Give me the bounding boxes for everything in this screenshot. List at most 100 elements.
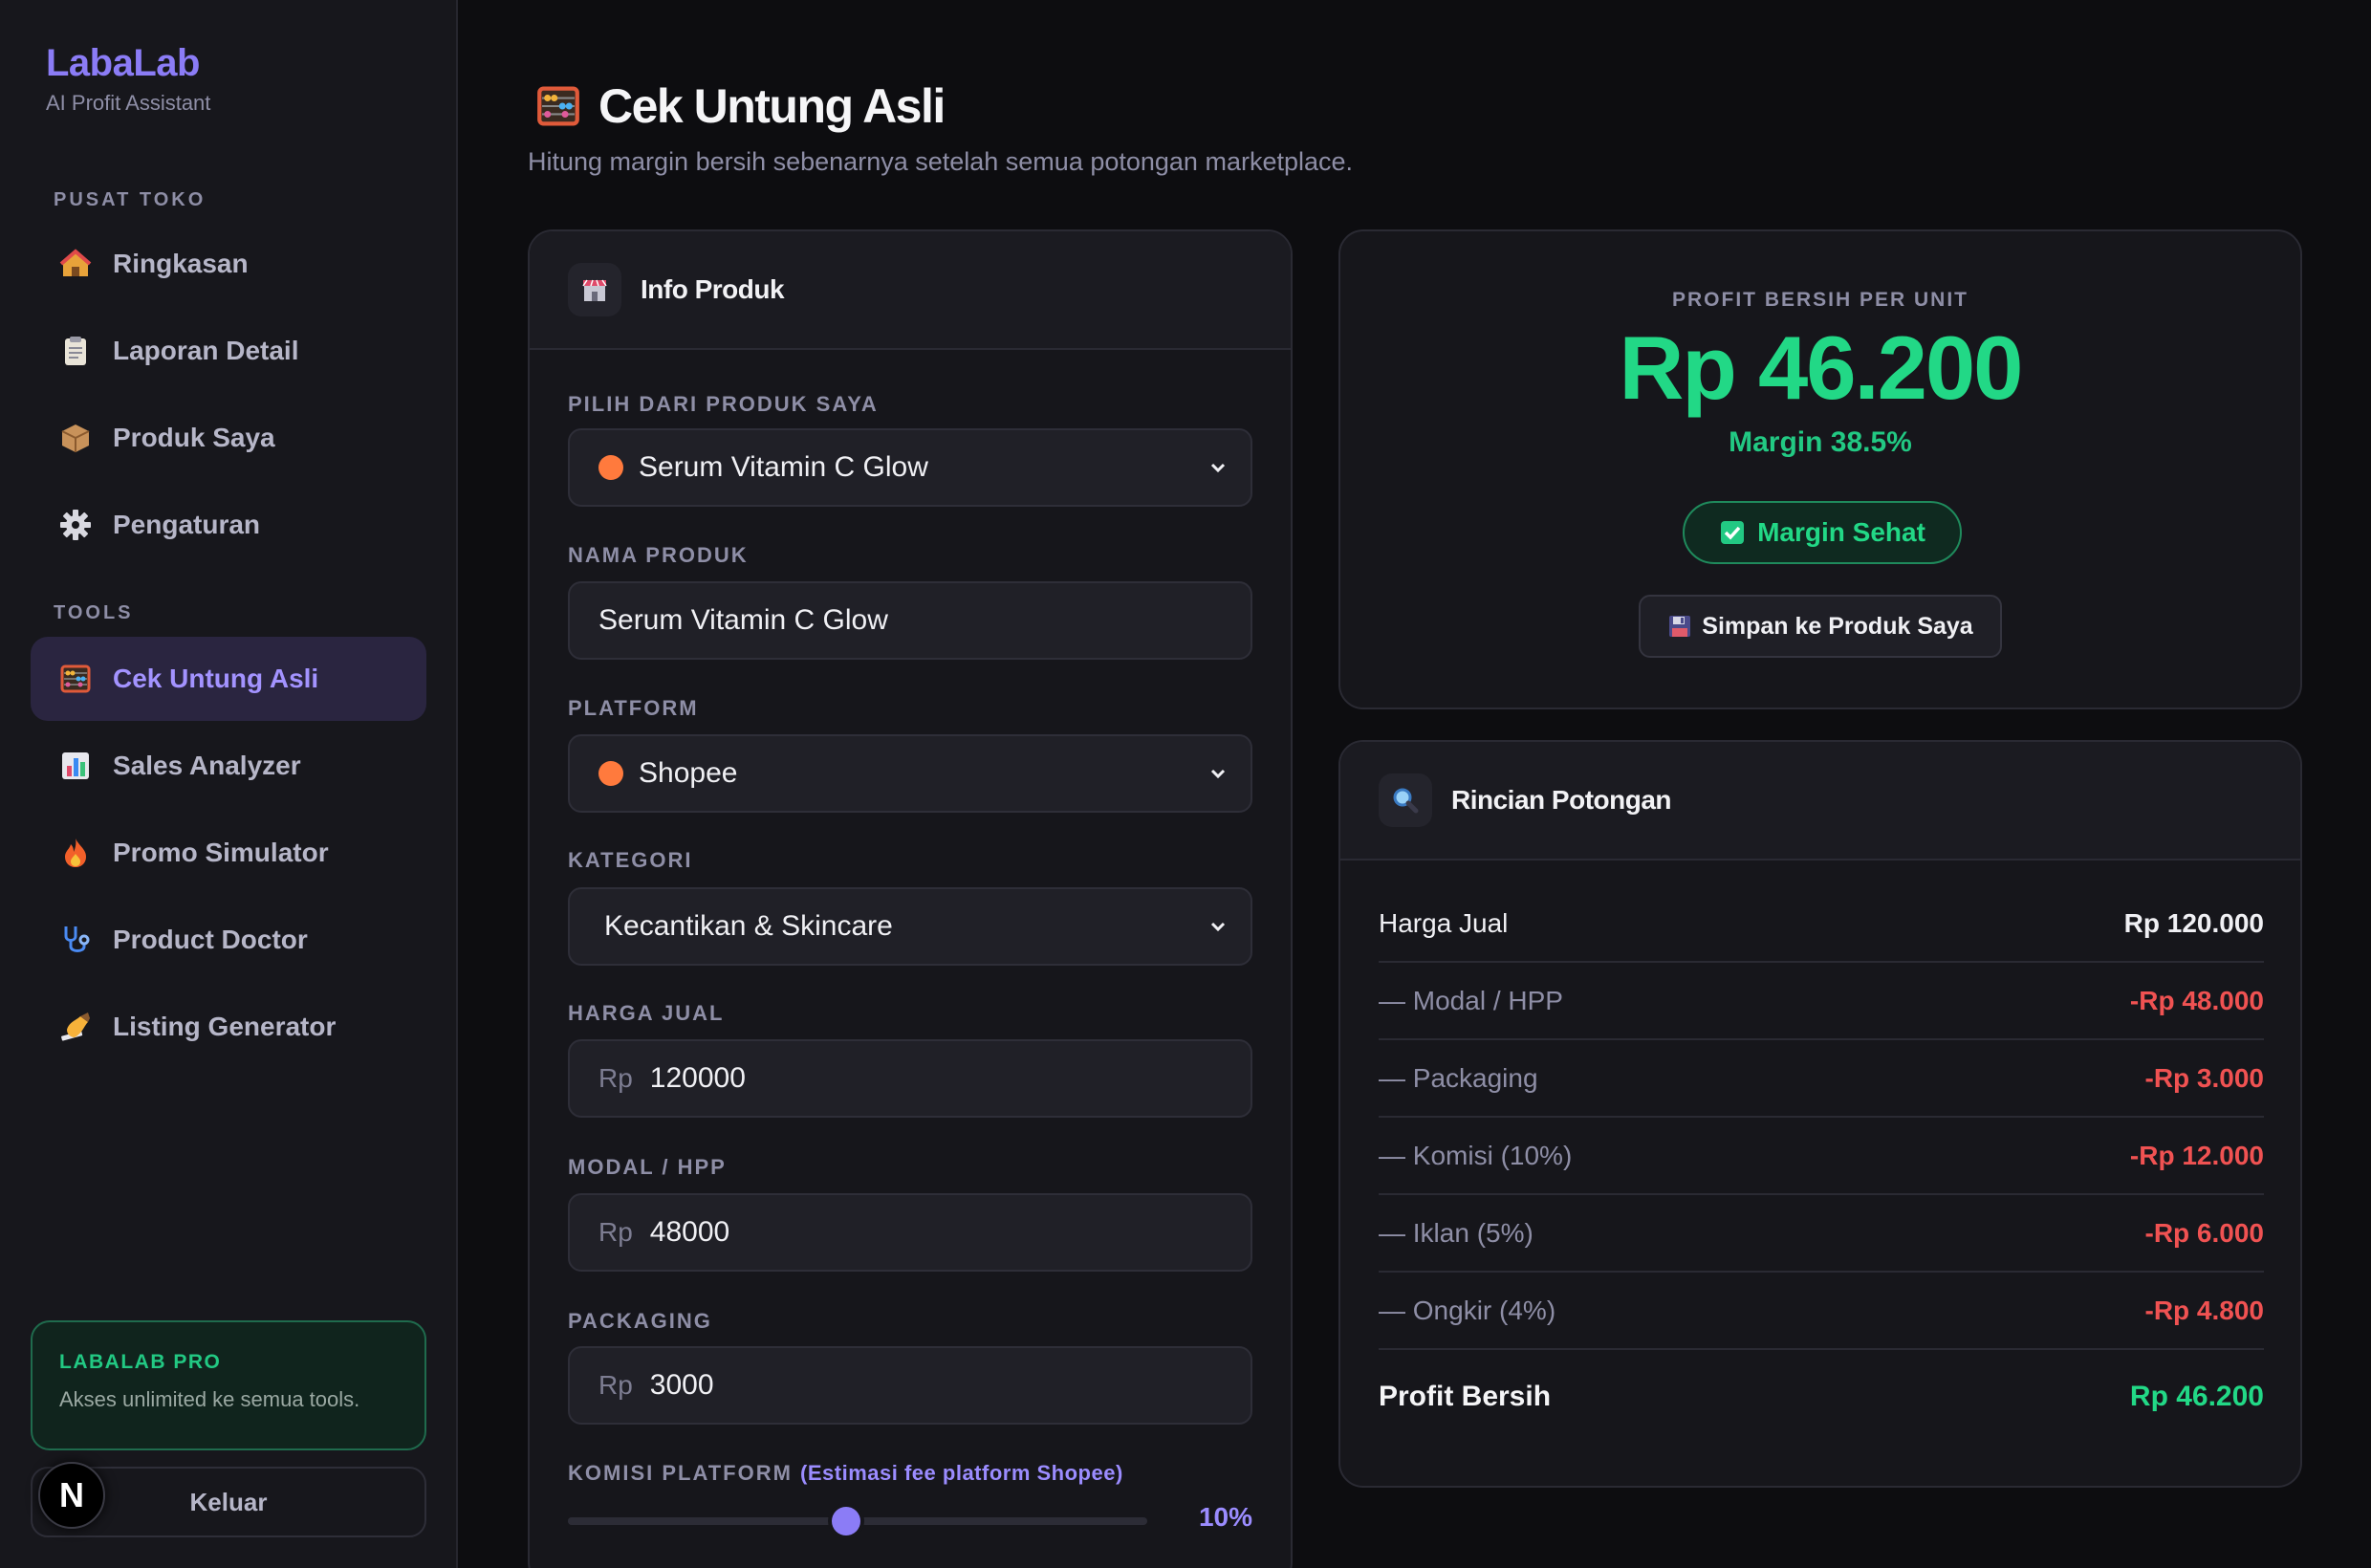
sidebar-item-product-doctor[interactable]: Product Doctor [31, 898, 426, 982]
category-select-value: Kecantikan & Skincare [604, 910, 893, 942]
row-amount: -Rp 12.000 [2129, 1140, 2264, 1170]
sidebar-item-listing-generator[interactable]: Listing Generator [31, 985, 426, 1069]
save-to-products-button[interactable]: Simpan ke Produk Saya [1639, 595, 2002, 658]
sidebar-item-label: Produk Saya [113, 423, 275, 452]
row-amount: -Rp 48.000 [2129, 985, 2264, 1015]
table-row: — Modal / HPP -Rp 48.000 [1379, 963, 2264, 1040]
currency-prefix: Rp [598, 1370, 633, 1400]
sidebar-item-ringkasan[interactable]: Ringkasan [31, 222, 426, 306]
platform-select[interactable]: Shopee [568, 734, 1252, 813]
row-amount: Rp 46.200 [2129, 1381, 2264, 1412]
row-label: — Iklan (5%) [1379, 1217, 1534, 1248]
brand-name: LabaLab [46, 42, 200, 84]
row-label: Profit Bersih [1379, 1381, 1552, 1412]
check-icon [1719, 519, 1746, 546]
row-label: — Packaging [1379, 1062, 1538, 1093]
sidebar-item-pengaturan[interactable]: Pengaturan [31, 483, 426, 567]
table-row: Harga Jual Rp 120.000 [1379, 885, 2264, 963]
status-badge: Margin Sehat [1683, 501, 1962, 564]
house-icon [57, 246, 94, 282]
sidebar-item-label: Listing Generator [113, 1012, 337, 1041]
card-header: Rincian Potongan [1340, 742, 2300, 860]
cost-label: MODAL / HPP [568, 1155, 727, 1179]
breakdown-table: Harga Jual Rp 120.000 — Modal / HPP -Rp … [1379, 885, 2264, 1444]
sidebar-item-label: Promo Simulator [113, 838, 329, 867]
bar-chart-icon [57, 748, 94, 784]
cost-value: 48000 [649, 1216, 730, 1248]
gear-icon [57, 507, 94, 543]
page-title-text: Cek Untung Asli [598, 79, 946, 133]
status-badge-label: Margin Sehat [1757, 517, 1925, 547]
abacus-icon [535, 83, 581, 129]
orange-dot-icon [598, 761, 623, 786]
price-value: 120000 [649, 1062, 746, 1094]
commission-slider[interactable] [568, 1507, 1147, 1535]
card-title: Info Produk [641, 274, 785, 304]
sidebar-item-produk-saya[interactable]: Produk Saya [31, 396, 426, 480]
profit-summary-card: PROFIT BERSIH PER UNIT Rp 46.200 Margin … [1338, 229, 2302, 709]
product-select[interactable]: Serum Vitamin C Glow [568, 428, 1252, 507]
commission-value: 10% [1198, 1502, 1252, 1532]
sidebar-item-label: Product Doctor [113, 925, 308, 954]
row-amount: Rp 120.000 [2123, 907, 2264, 938]
page-subtitle: Hitung margin bersih sebenarnya setelah … [528, 147, 1354, 176]
page-title: Cek Untung Asli [535, 78, 946, 134]
table-row-total: Profit Bersih Rp 46.200 [1379, 1350, 2264, 1444]
packaging-value: 3000 [649, 1369, 714, 1401]
slider-fill [568, 1517, 846, 1525]
price-label: HARGA JUAL [568, 1001, 725, 1025]
product-name-input[interactable]: Serum Vitamin C Glow [568, 581, 1252, 660]
stethoscope-icon [57, 922, 94, 958]
row-label: — Komisi (10%) [1379, 1140, 1573, 1170]
slider-thumb[interactable] [831, 1507, 860, 1535]
commission-label: KOMISI PLATFORM (Estimasi fee platform S… [568, 1461, 1123, 1486]
sidebar-item-label: Pengaturan [113, 510, 261, 539]
sidebar-item-label: Ringkasan [113, 249, 249, 278]
row-amount: -Rp 6.000 [2144, 1217, 2265, 1248]
pro-title: LABALAB PRO [59, 1351, 222, 1373]
save-button-label: Simpan ke Produk Saya [1702, 612, 1973, 640]
sidebar-item-cek-untung-asli[interactable]: Cek Untung Asli [31, 637, 426, 721]
pro-upgrade-card[interactable]: LABALAB PRO Akses unlimited ke semua too… [31, 1320, 426, 1450]
row-amount: -Rp 4.800 [2144, 1295, 2265, 1325]
commission-note: (Estimasi fee platform Shopee) [800, 1461, 1123, 1485]
product-name-value: Serum Vitamin C Glow [598, 604, 888, 636]
cost-input[interactable]: Rp 48000 [568, 1193, 1252, 1272]
profit-value: Rp 46.200 [1619, 317, 2024, 418]
abacus-icon [57, 661, 94, 697]
sidebar-item-promo-simulator[interactable]: Promo Simulator [31, 811, 426, 895]
commission-label-text: KOMISI PLATFORM [568, 1461, 793, 1485]
category-select[interactable]: Kecantikan & Skincare [568, 887, 1252, 966]
product-info-card: Info Produk PILIH DARI PRODUK SAYA Serum… [528, 229, 1293, 1568]
breakdown-card: Rincian Potongan Harga Jual Rp 120.000 —… [1338, 740, 2302, 1488]
product-select-value: Serum Vitamin C Glow [639, 451, 928, 483]
pro-subtitle: Akses unlimited ke semua tools. [59, 1387, 360, 1411]
currency-prefix: Rp [598, 1217, 633, 1247]
packaging-label: PACKAGING [568, 1309, 712, 1333]
sidebar-item-laporan-detail[interactable]: Laporan Detail [31, 309, 426, 393]
fire-icon [57, 835, 94, 871]
writing-hand-icon [57, 1009, 94, 1045]
avatar[interactable]: N [38, 1462, 105, 1529]
card-title: Rincian Potongan [1451, 785, 1672, 815]
product-select-label: PILIH DARI PRODUK SAYA [568, 392, 879, 416]
chevron-down-icon [1210, 463, 1226, 473]
price-input[interactable]: Rp 120000 [568, 1039, 1252, 1118]
row-label: Harga Jual [1379, 907, 1509, 938]
magnifier-icon [1379, 773, 1432, 827]
packaging-input[interactable]: Rp 3000 [568, 1346, 1252, 1425]
section-label-store: PUSAT TOKO [54, 189, 207, 210]
platform-select-value: Shopee [639, 757, 738, 789]
store-icon [568, 263, 621, 316]
brand-tagline: AI Profit Assistant [46, 91, 211, 115]
sidebar-item-label: Sales Analyzer [113, 751, 301, 780]
profit-label: PROFIT BERSIH PER UNIT [1671, 289, 1969, 311]
brand[interactable]: LabaLab AI Profit Assistant [46, 42, 210, 116]
sidebar-item-sales-analyzer[interactable]: Sales Analyzer [31, 724, 426, 808]
clipboard-icon [57, 333, 94, 369]
table-row: — Komisi (10%) -Rp 12.000 [1379, 1118, 2264, 1195]
sidebar-item-label: Cek Untung Asli [113, 664, 319, 693]
section-label-tools: TOOLS [54, 602, 134, 623]
table-row: — Packaging -Rp 3.000 [1379, 1040, 2264, 1118]
table-row: — Iklan (5%) -Rp 6.000 [1379, 1195, 2264, 1273]
